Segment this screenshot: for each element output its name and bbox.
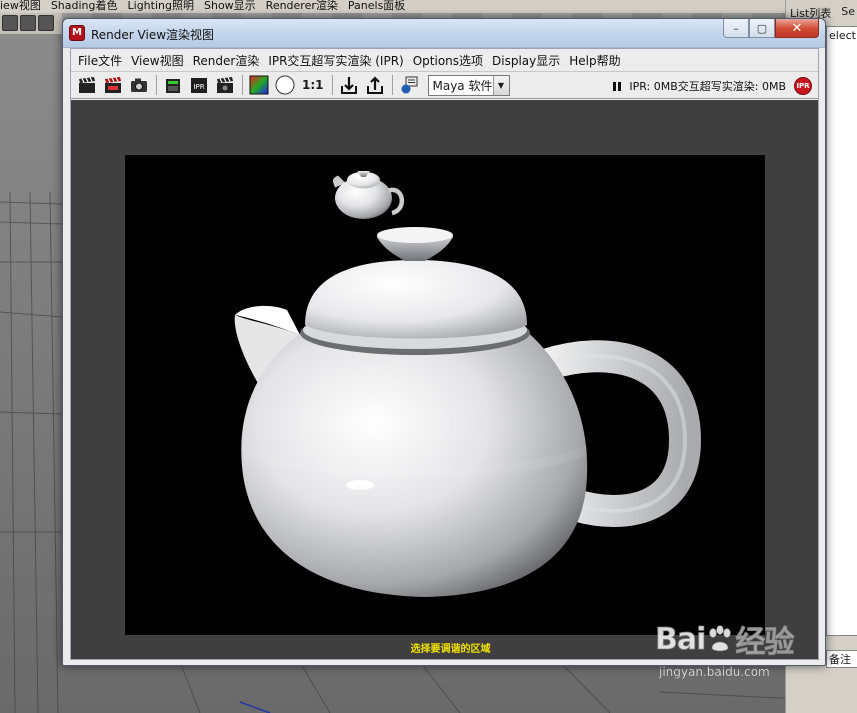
toolbar-separator: [331, 75, 333, 95]
maya-app-icon: M: [69, 25, 85, 41]
close-icon: ✕: [791, 20, 803, 36]
color-channels-button[interactable]: [248, 74, 270, 96]
small-teapot: [333, 171, 404, 219]
ipr-memory-text: IPR: 0MB交互超写实渲染: 0MB: [629, 80, 786, 93]
bg-menu-shading[interactable]: Shading着色: [51, 0, 118, 13]
renderer-value: Maya 软件: [432, 78, 493, 93]
render-image-area[interactable]: 选择要调谐的区域: [71, 100, 818, 659]
teapot-render: [234, 171, 702, 597]
select-camera-icon[interactable]: [20, 15, 36, 31]
toolbar-separator: [242, 75, 243, 95]
ipr-render-button[interactable]: IPR: [188, 74, 210, 96]
render-sequence-button[interactable]: [162, 74, 184, 96]
render-settings-button[interactable]: [398, 74, 420, 96]
ipr-status: IPR: 0MB交互超写实渲染: 0MB: [613, 78, 786, 94]
refresh-ipr-button[interactable]: [214, 74, 236, 96]
snapshot-icon: [131, 78, 147, 92]
toolbar-separator: [156, 75, 157, 95]
real-size-button[interactable]: 1:1: [302, 78, 324, 92]
render-view-menubar: File文件 View视图 Render渲染 IPR交互超写实渲染 (IPR) …: [71, 49, 818, 71]
window-titlebar[interactable]: M Render View渲染视图 – ▢ ✕: [63, 19, 825, 48]
remove-image-icon: [366, 76, 383, 94]
maya-main-menubar: iew视图 Shading着色 Lighting照明 Show显示 Render…: [0, 0, 857, 13]
alpha-channel-button[interactable]: [274, 74, 296, 96]
menu-ipr[interactable]: IPR交互超写实渲染 (IPR): [268, 52, 403, 69]
pause-icon[interactable]: [613, 81, 622, 91]
outliner-menu-selection[interactable]: Se: [841, 5, 855, 21]
maximize-button[interactable]: ▢: [749, 19, 775, 38]
menu-help[interactable]: Help帮助: [569, 52, 620, 69]
render-view-content: File文件 View视图 Render渲染 IPR交互超写实渲染 (IPR) …: [70, 48, 819, 660]
render-sequence-icon: [166, 79, 180, 93]
color-channels-icon: [249, 75, 269, 95]
viewport-toolbar: [0, 13, 62, 35]
bookmark-icon[interactable]: [38, 15, 54, 31]
menu-display[interactable]: Display显示: [492, 52, 560, 69]
chevron-down-icon: ▼: [492, 75, 509, 95]
bg-menu-panels[interactable]: Panels面板: [348, 0, 405, 13]
notes-label: 备注: [829, 653, 851, 666]
render-status-message: 选择要调谐的区域: [410, 644, 491, 655]
bg-menu-view[interactable]: iew视图: [0, 0, 41, 13]
menu-file[interactable]: File文件: [78, 52, 122, 69]
bg-menu-lighting[interactable]: Lighting照明: [128, 0, 194, 13]
outliner-list[interactable]: electio: [826, 26, 857, 636]
notes-field[interactable]: 备注: [826, 650, 857, 668]
bg-menu-show[interactable]: Show显示: [204, 0, 256, 13]
close-button[interactable]: ✕: [775, 19, 819, 38]
render-view-toolbar: IPR 1:1 Maya 软件 ▼ IPR: 0MB交互超写实渲染: 0MB I…: [71, 71, 818, 99]
window-title: Render View渲染视图: [91, 28, 215, 42]
svg-text:IPR: IPR: [193, 83, 204, 91]
rendered-image: [125, 155, 765, 635]
render-region-button[interactable]: [76, 74, 98, 96]
toolbar-separator: [391, 75, 393, 95]
redo-render-icon: [105, 77, 121, 93]
minimize-icon: –: [733, 21, 739, 35]
outliner-list-text: electio: [829, 29, 857, 42]
alpha-channel-icon: [275, 75, 295, 95]
redo-render-button[interactable]: [102, 74, 124, 96]
keep-image-icon: [340, 77, 357, 94]
menu-options[interactable]: Options选项: [413, 52, 483, 69]
snapshot-button[interactable]: [128, 74, 150, 96]
ipr-render-icon: IPR: [191, 78, 207, 93]
maximize-icon: ▢: [756, 21, 768, 35]
renderer-dropdown[interactable]: Maya 软件 ▼: [427, 74, 510, 96]
minimize-button[interactable]: –: [723, 19, 749, 38]
render-view-window: M Render View渲染视图 – ▢ ✕ File文件 View视图 Re…: [62, 18, 826, 666]
keep-image-button[interactable]: [338, 74, 360, 96]
menu-view[interactable]: View视图: [131, 52, 183, 69]
menu-render[interactable]: Render渲染: [193, 52, 260, 69]
window-controls: – ▢ ✕: [723, 19, 819, 38]
refresh-ipr-icon: [217, 77, 233, 93]
remove-image-button[interactable]: [364, 74, 386, 96]
render-region-icon: [79, 77, 95, 93]
render-settings-icon: [401, 76, 417, 94]
camera-icon[interactable]: [2, 15, 18, 31]
ipr-badge-icon[interactable]: IPR: [794, 77, 812, 95]
bg-menu-renderer[interactable]: Renderer渲染: [266, 0, 338, 13]
